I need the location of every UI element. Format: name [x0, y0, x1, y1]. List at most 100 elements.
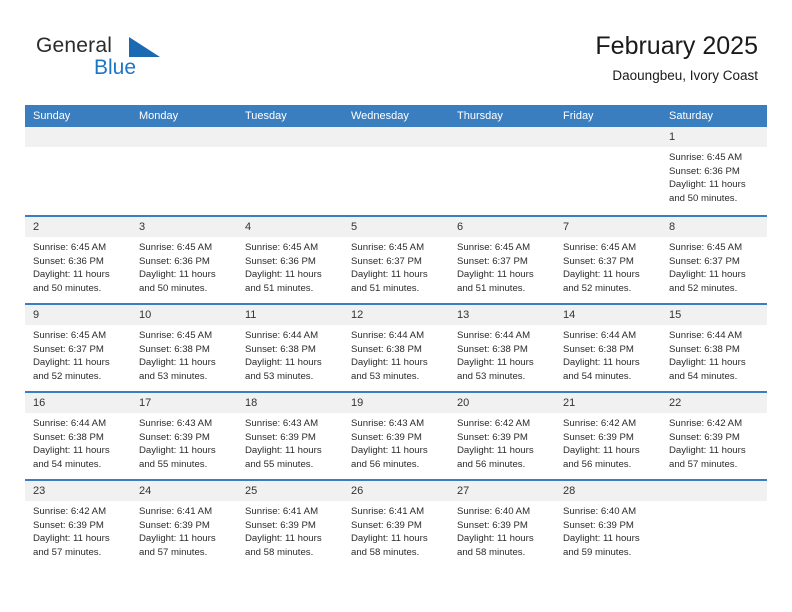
day-details: Sunrise: 6:44 AM Sunset: 6:38 PM Daylight:…	[449, 325, 555, 383]
page-subtitle-location: Daoungbeu, Ivory Coast	[612, 68, 758, 83]
day-details: Sunrise: 6:45 AM Sunset: 6:36 PM Daylight:…	[237, 237, 343, 295]
day-details: Sunrise: 6:41 AM Sunset: 6:39 PM Daylight:…	[237, 501, 343, 559]
daylight-text-line1: Daylight: 11 hours	[351, 445, 428, 457]
daylight-text-line2: and 57 minutes.	[139, 546, 208, 558]
day-cell-6[interactable]: 6 Sunrise: 6:45 AM Sunset: 6:37 PM Daylight…	[449, 217, 555, 303]
daylight-text-line1: Daylight: 11 hours	[245, 533, 322, 545]
day-details: Sunrise: 6:40 AM Sunset: 6:39 PM Daylight:…	[555, 501, 661, 559]
day-details: Sunrise: 6:43 AM Sunset: 6:39 PM Daylight:…	[343, 413, 449, 471]
day-number: 18	[237, 393, 343, 413]
day-cell-28[interactable]: 28 Sunrise: 6:40 AM Sunset: 6:39 PM Dayligh…	[555, 481, 661, 567]
daylight-text-line1: Daylight: 11 hours	[139, 533, 216, 545]
day-cell-23[interactable]: 23 Sunrise: 6:42 AM Sunset: 6:39 PM Dayligh…	[25, 481, 131, 567]
sunset-text: Sunset: 6:39 PM	[245, 431, 316, 443]
day-details: Sunrise: 6:43 AM Sunset: 6:39 PM Daylight:…	[131, 413, 237, 471]
day-cell-16[interactable]: 16 Sunrise: 6:44 AM Sunset: 6:38 PM Dayligh…	[25, 393, 131, 479]
day-number: 2	[25, 217, 131, 237]
sunrise-text: Sunrise: 6:42 AM	[669, 418, 743, 429]
day-cell-20[interactable]: 20 Sunrise: 6:42 AM Sunset: 6:39 PM Dayligh…	[449, 393, 555, 479]
day-cell-22[interactable]: 22 Sunrise: 6:42 AM Sunset: 6:39 PM Dayligh…	[661, 393, 767, 479]
daylight-text-line2: and 54 minutes.	[669, 370, 738, 382]
sunset-text: Sunset: 6:36 PM	[669, 165, 740, 177]
day-cell-26[interactable]: 26 Sunrise: 6:41 AM Sunset: 6:39 PM Dayligh…	[343, 481, 449, 567]
daylight-text-line1: Daylight: 11 hours	[33, 357, 110, 369]
daylight-text-line1: Daylight: 11 hours	[563, 445, 640, 457]
day-number: 24	[131, 481, 237, 501]
brand-logo[interactable]: General Blue	[34, 34, 274, 90]
day-number: 11	[237, 305, 343, 325]
day-details: Sunrise: 6:45 AM Sunset: 6:36 PM Daylight:…	[661, 147, 767, 205]
daylight-text-line1: Daylight: 11 hours	[457, 533, 534, 545]
day-cell-10[interactable]: 10 Sunrise: 6:45 AM Sunset: 6:38 PM Dayligh…	[131, 305, 237, 391]
day-number: 23	[25, 481, 131, 501]
sunset-text: Sunset: 6:39 PM	[351, 431, 422, 443]
day-cell-8[interactable]: 8 Sunrise: 6:45 AM Sunset: 6:37 PM Daylight…	[661, 217, 767, 303]
day-cell-2[interactable]: 2 Sunrise: 6:45 AM Sunset: 6:36 PM Daylight…	[25, 217, 131, 303]
daylight-text-line2: and 50 minutes.	[669, 192, 738, 204]
daylight-text-line1: Daylight: 11 hours	[563, 533, 640, 545]
day-cell-5[interactable]: 5 Sunrise: 6:45 AM Sunset: 6:37 PM Daylight…	[343, 217, 449, 303]
sunset-text: Sunset: 6:39 PM	[351, 519, 422, 531]
day-cell-17[interactable]: 17 Sunrise: 6:43 AM Sunset: 6:39 PM Dayligh…	[131, 393, 237, 479]
sunset-text: Sunset: 6:39 PM	[139, 431, 210, 443]
day-cell-27[interactable]: 27 Sunrise: 6:40 AM Sunset: 6:39 PM Dayligh…	[449, 481, 555, 567]
daylight-text-line2: and 54 minutes.	[33, 458, 102, 470]
daylight-text-line2: and 52 minutes.	[33, 370, 102, 382]
day-cell-empty	[237, 127, 343, 215]
day-number: 26	[343, 481, 449, 501]
day-number: 1	[661, 127, 767, 147]
sunset-text: Sunset: 6:39 PM	[139, 519, 210, 531]
sunrise-text: Sunrise: 6:41 AM	[245, 506, 319, 517]
day-cell-18[interactable]: 18 Sunrise: 6:43 AM Sunset: 6:39 PM Dayligh…	[237, 393, 343, 479]
day-cell-7[interactable]: 7 Sunrise: 6:45 AM Sunset: 6:37 PM Daylight…	[555, 217, 661, 303]
daylight-text-line1: Daylight: 11 hours	[245, 445, 322, 457]
day-cell-12[interactable]: 12 Sunrise: 6:44 AM Sunset: 6:38 PM Dayligh…	[343, 305, 449, 391]
day-cell-13[interactable]: 13 Sunrise: 6:44 AM Sunset: 6:38 PM Dayligh…	[449, 305, 555, 391]
day-details: Sunrise: 6:44 AM Sunset: 6:38 PM Daylight:…	[237, 325, 343, 383]
daylight-text-line1: Daylight: 11 hours	[669, 269, 746, 281]
sunrise-text: Sunrise: 6:40 AM	[457, 506, 531, 517]
day-cell-25[interactable]: 25 Sunrise: 6:41 AM Sunset: 6:39 PM Dayligh…	[237, 481, 343, 567]
day-number: 27	[449, 481, 555, 501]
day-details: Sunrise: 6:42 AM Sunset: 6:39 PM Daylight:…	[449, 413, 555, 471]
weekday-header-wednesday: Wednesday	[351, 110, 409, 122]
day-cell-14[interactable]: 14 Sunrise: 6:44 AM Sunset: 6:38 PM Dayligh…	[555, 305, 661, 391]
sunset-text: Sunset: 6:39 PM	[563, 519, 634, 531]
day-number	[237, 127, 343, 147]
day-cell-empty	[555, 127, 661, 215]
day-number: 13	[449, 305, 555, 325]
sunrise-text: Sunrise: 6:43 AM	[245, 418, 319, 429]
day-cell-19[interactable]: 19 Sunrise: 6:43 AM Sunset: 6:39 PM Dayligh…	[343, 393, 449, 479]
daylight-text-line2: and 55 minutes.	[139, 458, 208, 470]
day-number	[661, 481, 767, 501]
sunset-text: Sunset: 6:38 PM	[245, 343, 316, 355]
day-cell-4[interactable]: 4 Sunrise: 6:45 AM Sunset: 6:36 PM Daylight…	[237, 217, 343, 303]
daylight-text-line2: and 58 minutes.	[457, 546, 526, 558]
day-cell-empty	[25, 127, 131, 215]
sunrise-text: Sunrise: 6:43 AM	[139, 418, 213, 429]
weekday-header-monday: Monday	[139, 110, 179, 122]
day-cell-9[interactable]: 9 Sunrise: 6:45 AM Sunset: 6:37 PM Daylight…	[25, 305, 131, 391]
day-number	[555, 127, 661, 147]
day-cell-24[interactable]: 24 Sunrise: 6:41 AM Sunset: 6:39 PM Dayligh…	[131, 481, 237, 567]
sunset-text: Sunset: 6:39 PM	[563, 431, 634, 443]
weekday-header-thursday: Thursday	[457, 110, 503, 122]
day-number: 21	[555, 393, 661, 413]
sunset-text: Sunset: 6:39 PM	[245, 519, 316, 531]
day-cell-3[interactable]: 3 Sunrise: 6:45 AM Sunset: 6:36 PM Daylight…	[131, 217, 237, 303]
day-cell-15[interactable]: 15 Sunrise: 6:44 AM Sunset: 6:38 PM Dayligh…	[661, 305, 767, 391]
daylight-text-line2: and 51 minutes.	[245, 282, 314, 294]
day-number: 9	[25, 305, 131, 325]
sunrise-text: Sunrise: 6:40 AM	[563, 506, 637, 517]
calendar-weeks: 1 Sunrise: 6:45 AM Sunset: 6:36 PM Daylight…	[25, 127, 767, 567]
day-number: 10	[131, 305, 237, 325]
day-cell-11[interactable]: 11 Sunrise: 6:44 AM Sunset: 6:38 PM Dayligh…	[237, 305, 343, 391]
day-details: Sunrise: 6:43 AM Sunset: 6:39 PM Daylight:…	[237, 413, 343, 471]
day-number	[343, 127, 449, 147]
day-cell-21[interactable]: 21 Sunrise: 6:42 AM Sunset: 6:39 PM Dayligh…	[555, 393, 661, 479]
daylight-text-line1: Daylight: 11 hours	[669, 357, 746, 369]
sunrise-text: Sunrise: 6:42 AM	[33, 506, 107, 517]
day-cell-1[interactable]: 1 Sunrise: 6:45 AM Sunset: 6:36 PM Daylight…	[661, 127, 767, 215]
sunset-text: Sunset: 6:37 PM	[33, 343, 104, 355]
sunset-text: Sunset: 6:37 PM	[351, 255, 422, 267]
